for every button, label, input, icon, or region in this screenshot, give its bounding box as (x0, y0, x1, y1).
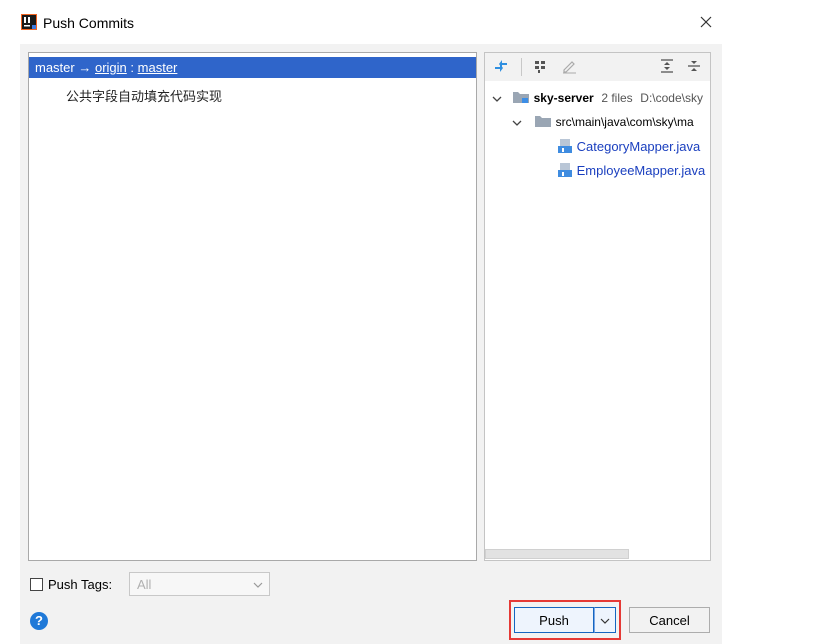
java-file-icon (558, 139, 572, 153)
push-tags-select[interactable]: All (129, 572, 270, 596)
expand-all-icon[interactable] (659, 58, 675, 74)
horizontal-scrollbar[interactable] (485, 549, 629, 559)
module-name: sky-server (533, 91, 594, 105)
cancel-button[interactable]: Cancel (629, 607, 710, 633)
push-button[interactable]: Push (514, 607, 594, 633)
group-by-icon[interactable] (533, 58, 549, 74)
remote-name-link[interactable]: origin (95, 60, 127, 75)
file-name: CategoryMapper.java (576, 139, 701, 154)
close-icon[interactable] (697, 13, 715, 31)
java-file-icon (558, 163, 572, 177)
show-diff-icon[interactable] (493, 58, 509, 74)
tree-file-row[interactable]: EmployeeMapper.java (557, 162, 705, 182)
toolbar-separator (521, 58, 522, 76)
tree-file-row[interactable]: CategoryMapper.java (557, 138, 700, 158)
help-icon[interactable]: ? (30, 612, 48, 630)
push-button-label: Push (539, 613, 569, 628)
branch-separator: : (130, 60, 135, 75)
chevron-down-icon (600, 618, 610, 624)
chevron-down-icon (253, 582, 263, 588)
push-tags-checkbox[interactable] (30, 578, 43, 591)
files-toolbar (485, 53, 710, 81)
push-options-dropdown[interactable] (594, 607, 616, 633)
cancel-button-label: Cancel (649, 613, 690, 628)
chevron-down-icon[interactable] (512, 116, 522, 126)
dialog-title: Push Commits (43, 15, 135, 31)
arrow-icon: → (78, 60, 92, 75)
file-name: EmployeeMapper.java (576, 163, 706, 178)
push-tags-label[interactable]: Push Tags: (48, 577, 112, 592)
tree-folder-row[interactable]: src\main\java\com\sky\ma (534, 114, 694, 134)
intellij-app-icon (21, 14, 37, 30)
folder-name: src\main\java\com\sky\ma (555, 115, 694, 129)
local-branch: master (35, 60, 75, 75)
folder-icon (535, 116, 551, 127)
module-folder-icon (513, 92, 529, 103)
remote-branch-link[interactable]: master (138, 60, 178, 75)
collapse-all-icon[interactable] (686, 58, 702, 74)
chevron-down-icon[interactable] (492, 92, 502, 102)
commits-panel (28, 52, 477, 561)
file-count: 2 files (601, 91, 633, 105)
module-path: D:\code\sky (640, 91, 703, 105)
tree-root-row[interactable]: sky-server 2 files D:\code\sky (512, 90, 703, 110)
commit-message[interactable]: 公共字段自动填充代码实现 (66, 86, 222, 105)
push-tags-value: All (137, 577, 152, 592)
branch-row[interactable]: master → origin : master (29, 57, 476, 78)
edit-icon[interactable] (561, 58, 577, 74)
